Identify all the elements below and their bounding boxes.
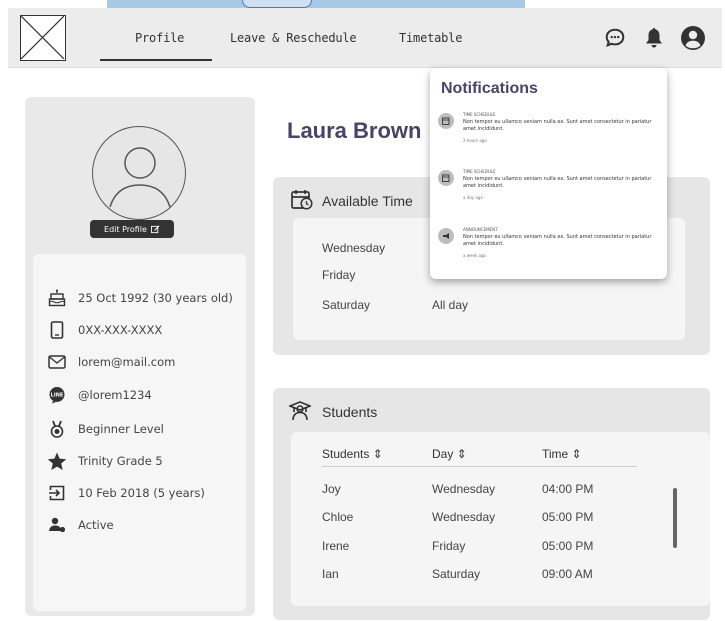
available-time-heading: Available Time	[322, 193, 413, 209]
page: Profile Leave & Reschedule Timetable Edi…	[0, 0, 725, 621]
avatar-person-icon	[109, 147, 171, 208]
nav-active-underline	[100, 59, 212, 61]
sort-icon[interactable]: ⇕	[572, 447, 582, 461]
schedule-icon	[438, 113, 454, 129]
notification-time: 2 hours ago	[463, 138, 487, 143]
line-id-item: LINE @lorem1234	[47, 385, 152, 405]
birthday-text: 25 Oct 1992 (30 years old)	[78, 291, 233, 305]
joined-text: 10 Feb 2018 (5 years)	[78, 486, 205, 500]
calendar-clock-icon	[291, 189, 313, 214]
edit-profile-button[interactable]: Edit Profile	[90, 220, 174, 238]
notification-body: Non tempor eu ullamco veniam nulla ex. S…	[463, 176, 652, 189]
chat-icon[interactable]	[602, 25, 628, 51]
table-header-divider	[322, 466, 637, 467]
time-column-header[interactable]: Time ⇕	[542, 447, 582, 461]
line-chat-icon: LINE	[47, 385, 67, 405]
nav-timetable-link[interactable]: Timetable	[399, 31, 462, 45]
email-text: lorem@mail.com	[78, 355, 176, 369]
edit-profile-label: Edit Profile	[104, 224, 147, 234]
students-scrollbar[interactable]	[673, 488, 677, 548]
student-name: Chloe	[322, 510, 354, 524]
student-day: Friday	[432, 539, 466, 553]
mail-icon	[47, 352, 67, 372]
teacher-name: Laura Brown	[287, 118, 422, 143]
grade-item: Trinity Grade 5	[47, 451, 163, 471]
notification-body: Non tempor eu ullamco veniam nulla ex. S…	[463, 119, 652, 132]
megaphone-icon	[438, 228, 454, 244]
joined-item: 10 Feb 2018 (5 years)	[47, 483, 205, 503]
sort-icon[interactable]: ⇕	[457, 447, 467, 461]
student-day: Saturday	[432, 567, 481, 581]
svg-text:LINE: LINE	[51, 393, 64, 399]
student-time: 09:00 AM	[542, 567, 593, 581]
login-arrow-icon	[47, 483, 67, 503]
status-text: Active	[78, 518, 114, 532]
notification-tag: TIME SCHEDULE	[463, 169, 496, 174]
line-id-text: @lorem1234	[78, 388, 152, 402]
student-time: 05:00 PM	[542, 539, 594, 553]
user-status-icon	[47, 515, 67, 535]
phone-text: 0XX-XXX-XXXX	[78, 323, 163, 337]
status-item: Active	[47, 515, 114, 535]
avatar	[92, 126, 186, 220]
student-name: Ian	[322, 567, 339, 581]
student-day: Wednesday	[432, 482, 496, 496]
level-item: Beginner Level	[47, 419, 164, 439]
student-day: Wednesday	[432, 510, 496, 524]
user-account-icon[interactable]	[680, 25, 706, 51]
nav-profile-link[interactable]: Profile	[135, 31, 184, 45]
graduation-cap-icon	[287, 401, 313, 425]
birthday-item: 25 Oct 1992 (30 years old)	[47, 288, 233, 308]
student-name: Joy	[322, 482, 341, 496]
notification-tag: ANNOUNCEMENT	[463, 227, 498, 232]
notifications-title: Notifications	[441, 80, 538, 97]
student-time: 04:00 PM	[542, 482, 594, 496]
available-day: Saturday	[322, 298, 371, 312]
student-time: 05:00 PM	[542, 510, 594, 524]
student-name: Irene	[322, 539, 350, 553]
navbar: Profile Leave & Reschedule Timetable	[8, 8, 722, 68]
star-icon	[47, 451, 67, 471]
students-heading: Students	[322, 404, 378, 420]
sort-icon[interactable]: ⇕	[373, 447, 383, 461]
banner-tab	[242, 0, 312, 8]
notification-time: a week ago	[463, 253, 486, 258]
notification-item[interactable]: ANNOUNCEMENT Non tempor eu ullamco venia…	[438, 227, 660, 267]
medal-icon	[47, 419, 67, 439]
notifications-dropdown: Notifications TIME SCHEDULE Non tempor e…	[430, 68, 667, 279]
available-day: Friday	[322, 268, 356, 282]
logo-placeholder[interactable]	[20, 15, 66, 61]
phone-item: 0XX-XXX-XXXX	[47, 320, 162, 340]
available-time-value: All day	[432, 298, 469, 312]
notification-item[interactable]: TIME SCHEDULE Non tempor eu ullamco veni…	[438, 169, 660, 209]
nav-leave-link[interactable]: Leave & Reschedule	[230, 31, 357, 45]
notification-body: Non tempor eu ullamco veniam nulla ex. S…	[463, 234, 652, 247]
bell-icon[interactable]	[641, 25, 667, 51]
phone-icon	[47, 320, 67, 340]
edit-icon	[150, 225, 160, 233]
notification-item[interactable]: TIME SCHEDULE Non tempor eu ullamco veni…	[438, 112, 660, 152]
available-day: Wednesday	[322, 241, 386, 255]
logo-x-icon	[20, 15, 65, 60]
cake-icon	[47, 288, 67, 308]
notification-tag: TIME SCHEDULE	[463, 112, 496, 117]
level-text: Beginner Level	[78, 422, 164, 436]
day-column-header[interactable]: Day ⇕	[432, 447, 467, 461]
students-column-header[interactable]: Students ⇕	[322, 447, 383, 461]
top-banner	[107, 0, 525, 8]
grade-text: Trinity Grade 5	[78, 454, 163, 468]
notification-time: a day ago	[463, 195, 483, 200]
email-item: lorem@mail.com	[47, 352, 175, 372]
schedule-icon	[438, 170, 454, 186]
